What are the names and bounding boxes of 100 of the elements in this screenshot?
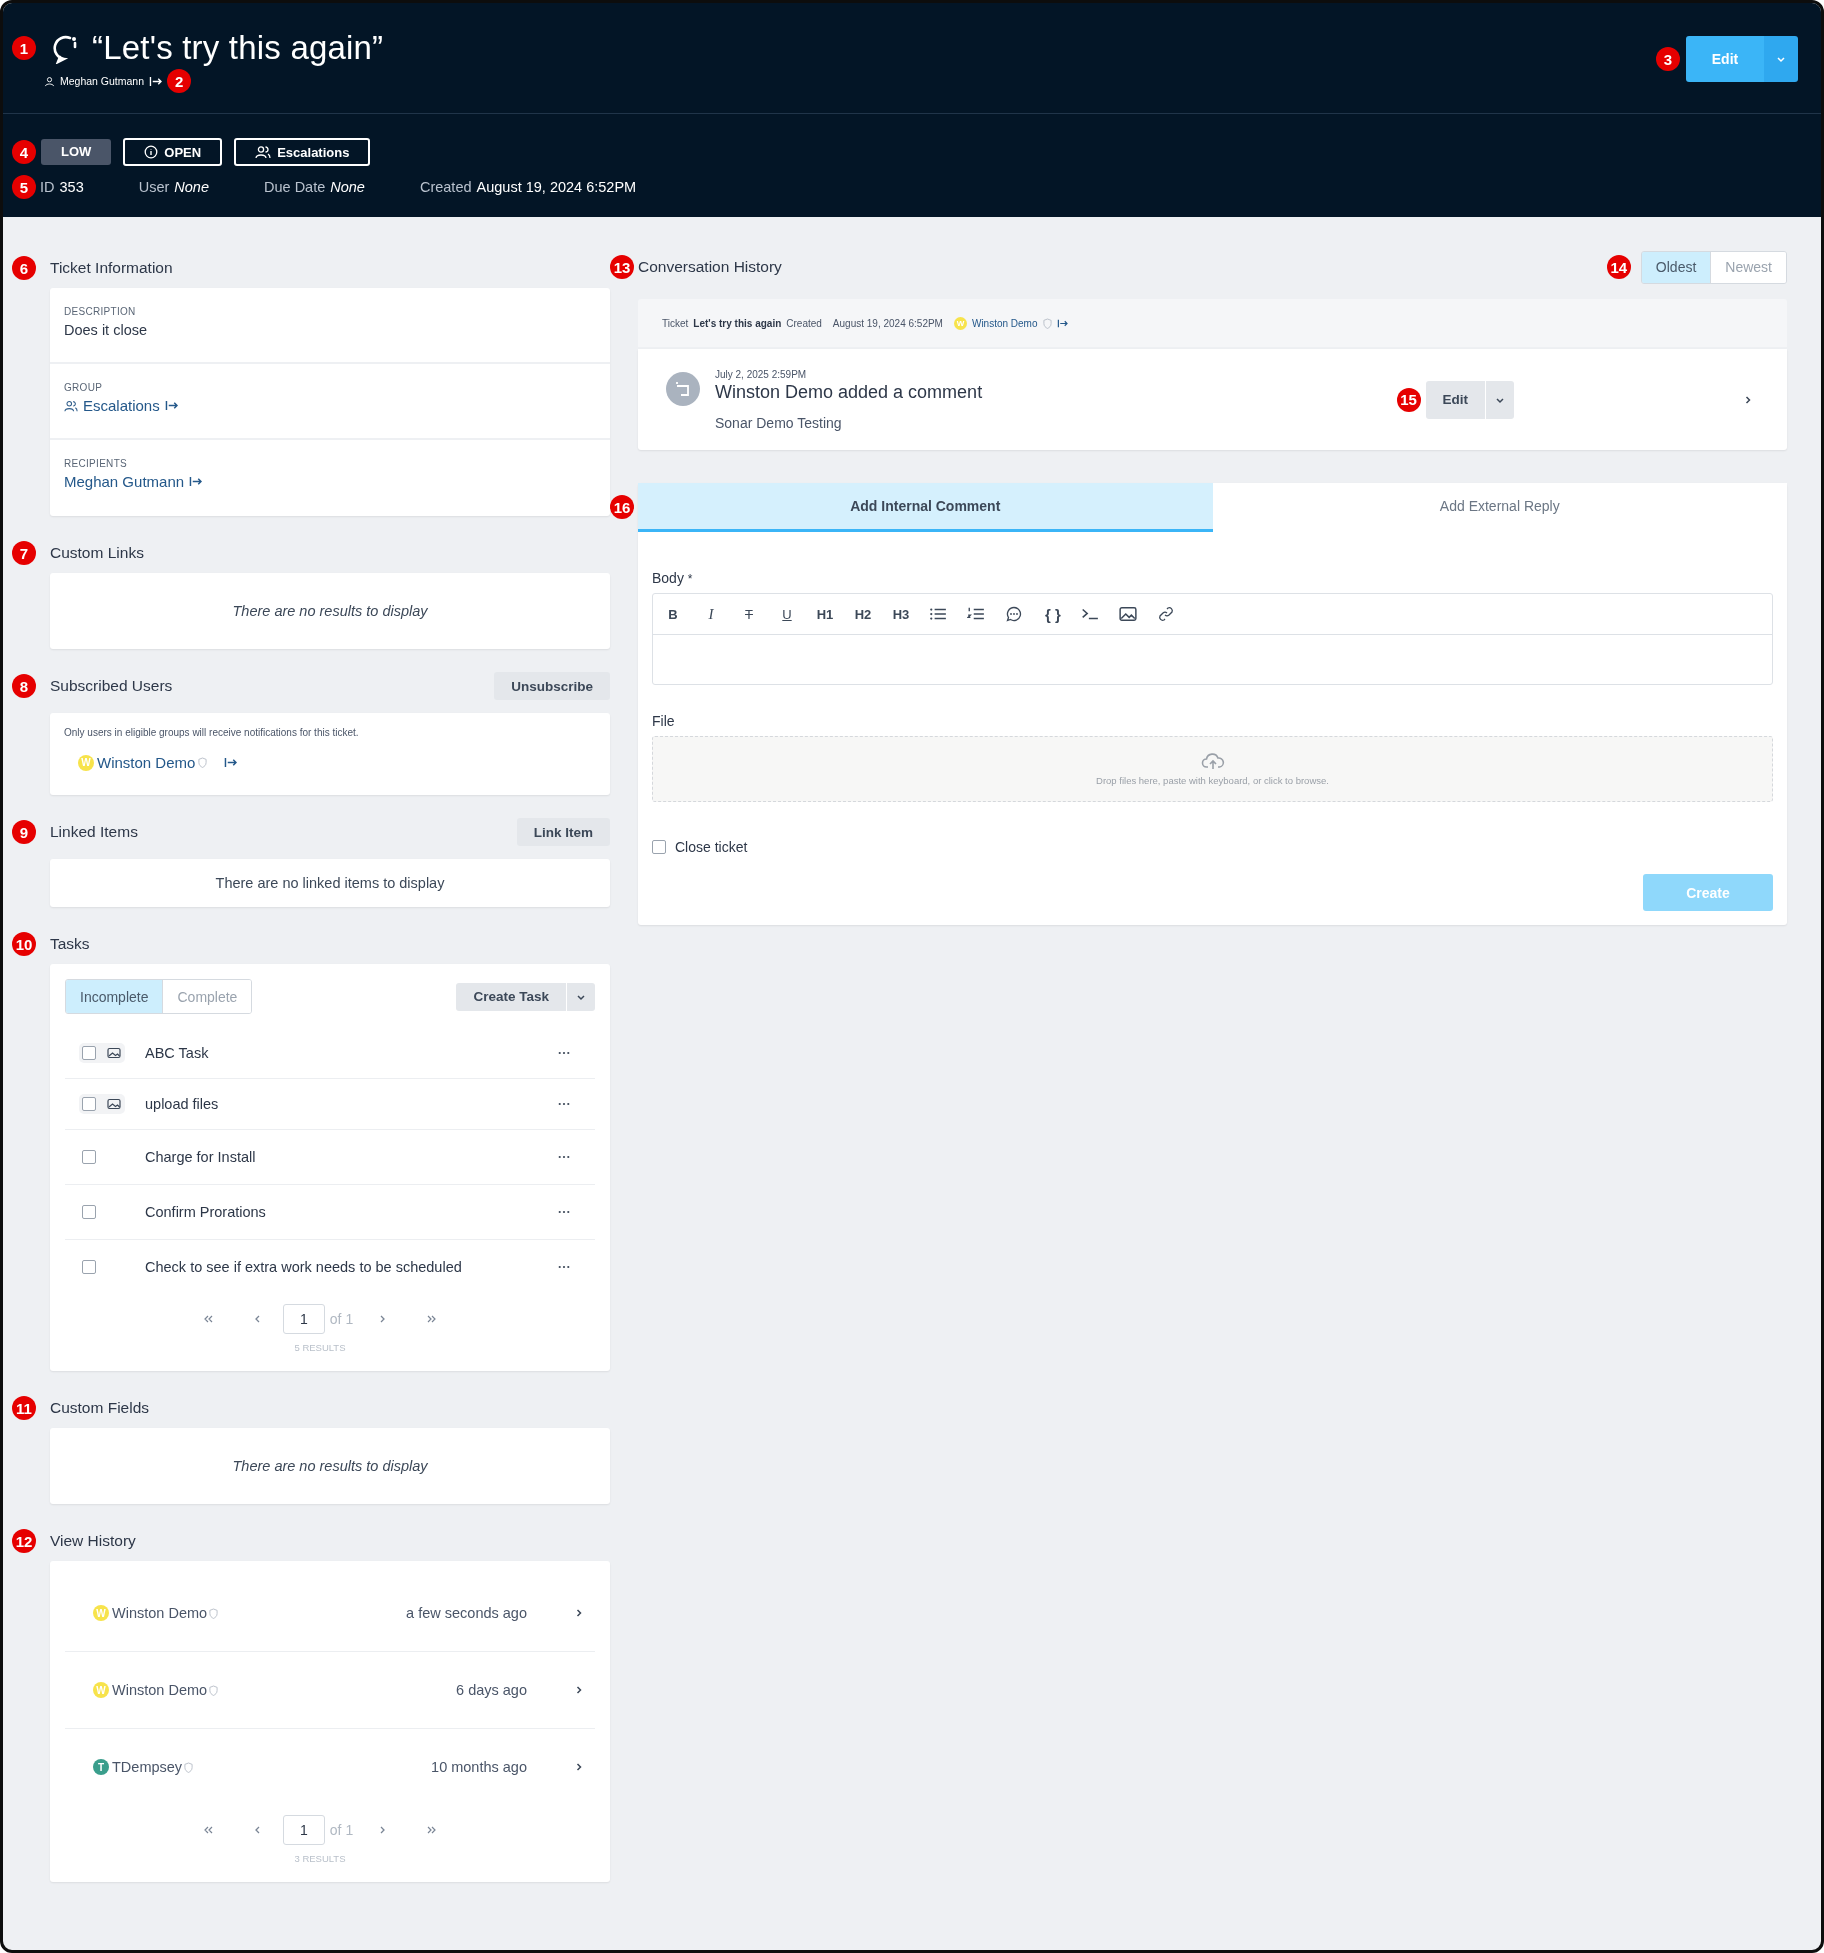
task-name: Charge for Install — [145, 1149, 257, 1165]
strikethrough-button[interactable]: T — [739, 602, 759, 626]
filter-tab[interactable]: Incomplete — [66, 980, 163, 1013]
callout-number: 4 — [12, 140, 36, 164]
checkbox-label: Close ticket — [675, 839, 748, 855]
more-icon[interactable] — [558, 1210, 570, 1214]
checkbox[interactable] — [82, 1205, 96, 1219]
status-button[interactable]: OPEN — [123, 138, 223, 166]
meta-value: August 19, 2024 6:52PM — [476, 179, 637, 195]
heading-button[interactable]: H1 — [815, 602, 835, 626]
numbered-list-icon[interactable] — [967, 606, 985, 622]
body-editor[interactable]: B I T U H1 H2 H3 { } — [652, 593, 1773, 685]
composer-tab[interactable]: Add External Reply — [1212, 483, 1787, 532]
section-title: Ticket Information — [50, 259, 174, 277]
more-icon[interactable] — [558, 1265, 570, 1269]
task-row[interactable]: Check to see if extra work needs to be scheduled — [65, 1240, 595, 1294]
edit-button[interactable]: Edit — [1425, 380, 1485, 419]
terminal-icon[interactable] — [1081, 606, 1099, 622]
shield-icon — [184, 1761, 194, 1773]
callout-number: 2 — [167, 69, 192, 93]
user-link[interactable]: Winston Demo — [97, 754, 196, 771]
checkbox[interactable] — [82, 1046, 96, 1060]
callout-number: 11 — [12, 1396, 36, 1420]
author-link[interactable]: Meghan Gutmann — [60, 75, 145, 87]
shield-icon — [209, 1684, 219, 1696]
required-mark: * — [687, 572, 693, 586]
meta-value: None — [174, 179, 209, 195]
unsubscribe-button[interactable]: Unsubscribe — [494, 672, 610, 700]
group-button[interactable]: Escalations — [234, 138, 371, 166]
task-name: Check to see if extra work needs to be scheduled — [145, 1259, 463, 1275]
history-row[interactable]: W Winston Demo 6 days ago — [65, 1652, 595, 1729]
bold-button[interactable]: B — [663, 602, 683, 626]
meta-label: Due Date — [264, 179, 326, 195]
more-icon[interactable] — [558, 1051, 570, 1055]
section-title: Conversation History — [638, 258, 783, 276]
checkbox[interactable] — [82, 1260, 96, 1274]
view-time: 10 months ago — [430, 1759, 527, 1775]
task-row[interactable]: upload files — [65, 1079, 595, 1130]
bar-arrow-icon[interactable] — [224, 757, 238, 768]
page-field[interactable]: 1 — [282, 1304, 325, 1334]
italic-button[interactable]: I — [701, 602, 721, 626]
chevron-right-icon[interactable] — [1744, 394, 1752, 405]
section-title: Linked Items — [50, 823, 139, 841]
underline-button[interactable]: U — [777, 602, 797, 626]
task-row[interactable]: ABC Task — [65, 1028, 595, 1079]
info-icon — [144, 145, 159, 159]
history-row[interactable]: W Winston Demo a few seconds ago — [65, 1575, 595, 1652]
field-label: Body — [652, 570, 684, 586]
image-icon[interactable] — [1119, 606, 1137, 622]
view-time: a few seconds ago — [405, 1605, 527, 1621]
caret-icon — [1776, 54, 1786, 64]
notice-text: Only users in eligible groups will receive notifications for this ticket. — [64, 727, 360, 738]
section-title: Subscribed Users — [50, 677, 174, 695]
user-link[interactable]: Winston Demo — [971, 317, 1038, 329]
field-label: GROUP — [64, 382, 104, 393]
more-icon[interactable] — [558, 1102, 570, 1106]
link-icon[interactable] — [1157, 606, 1175, 622]
code-button[interactable]: { } — [1043, 602, 1063, 626]
comment-date: July 2, 2025 2:59PM — [715, 368, 808, 380]
create-task-button[interactable]: Create Task — [456, 982, 566, 1011]
bullet-list-icon[interactable] — [929, 606, 947, 622]
bar-arrow-icon[interactable] — [1056, 318, 1068, 328]
empty-message: There are no results to display — [232, 603, 428, 619]
field-label: DESCRIPTION — [64, 306, 137, 317]
field-value: Does it close — [64, 322, 148, 338]
heading-button[interactable]: H2 — [853, 602, 873, 626]
bar-arrow-icon[interactable] — [189, 476, 203, 487]
page-count: of 1 — [329, 1311, 354, 1327]
callout-number: 9 — [12, 820, 36, 844]
callout-number: 1 — [12, 36, 36, 60]
page-field[interactable]: 1 — [282, 1815, 325, 1845]
task-row[interactable]: Confirm Prorations — [65, 1185, 595, 1240]
checkbox[interactable] — [652, 840, 666, 854]
callout-number: 8 — [12, 674, 36, 698]
section-title: View History — [50, 1532, 137, 1550]
callout-number: 6 — [12, 256, 36, 280]
section-title: Custom Links — [50, 544, 145, 562]
heading-button[interactable]: H3 — [891, 602, 911, 626]
field-link[interactable]: Escalations — [83, 397, 160, 414]
history-row[interactable]: T TDempsey 10 months ago — [65, 1729, 595, 1805]
task-name: upload files — [145, 1096, 220, 1112]
dropzone-text: Drop files here, paste with keyboard, or click to browse. — [1096, 774, 1329, 786]
more-icon[interactable] — [558, 1155, 570, 1159]
composer-tab[interactable]: Add Internal Comment — [638, 483, 1213, 532]
task-row[interactable]: Charge for Install — [65, 1130, 595, 1185]
bar-arrow-icon[interactable] — [164, 400, 178, 411]
link-item-button[interactable]: Link Item — [516, 818, 610, 846]
shield-icon — [209, 1607, 219, 1619]
sort-tab[interactable]: Oldest — [1641, 251, 1711, 283]
field-link[interactable]: Meghan Gutmann — [64, 473, 185, 490]
ticket-name: Let's try this again — [693, 317, 782, 329]
speech-bubble-icon[interactable] — [1005, 606, 1023, 622]
meta-value: 353 — [59, 179, 84, 195]
checkbox[interactable] — [82, 1150, 96, 1164]
avatar: W — [93, 1605, 109, 1621]
callout-number: 16 — [610, 495, 634, 519]
callout-number: 13 — [610, 255, 634, 279]
results-count: 3 RESULTS — [293, 1853, 347, 1864]
checkbox[interactable] — [82, 1097, 96, 1111]
callout-number: 5 — [12, 175, 36, 199]
